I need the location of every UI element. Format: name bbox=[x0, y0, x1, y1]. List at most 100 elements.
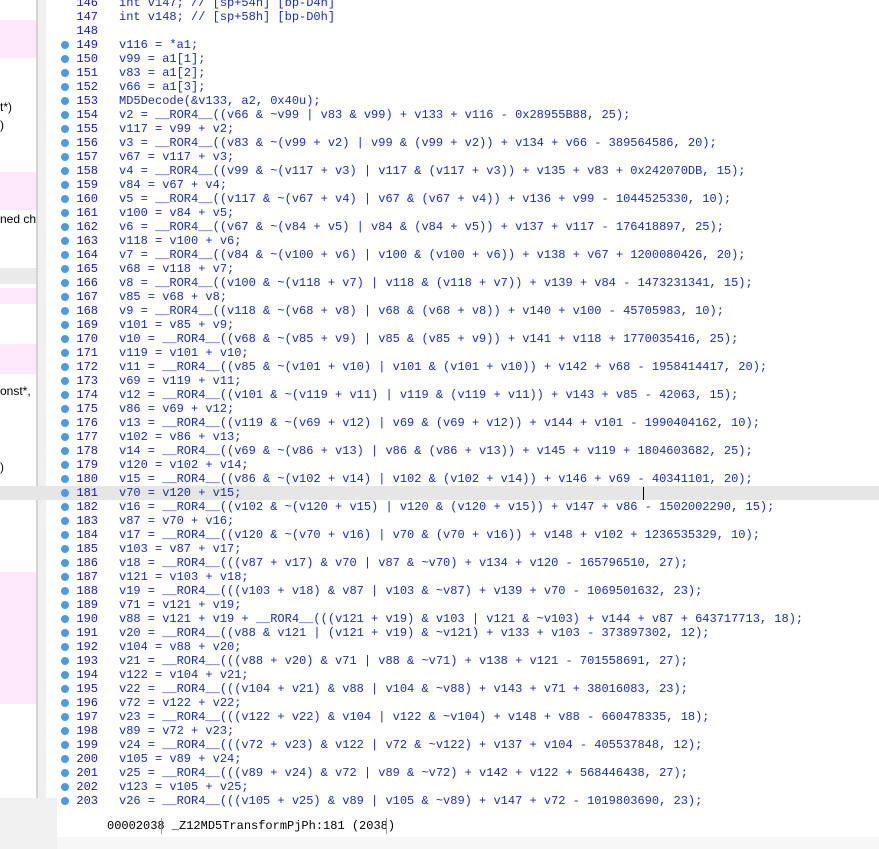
code-line[interactable]: 199 v24 = __ROR4__(((v72 + v23) & v122 | … bbox=[0, 738, 879, 752]
code-line[interactable]: 147 int v148; // [sp+58h] [bp-D0h] bbox=[0, 10, 879, 24]
code-line[interactable]: 173 v69 = v119 + v11; bbox=[0, 374, 879, 388]
code-line[interactable]: 160 v5 = __ROR4__((v117 & ~(v67 + v4) | v… bbox=[0, 192, 879, 206]
code-line[interactable]: 198 v89 = v72 + v23; bbox=[0, 724, 879, 738]
breakpoint-marker-icon[interactable] bbox=[61, 783, 69, 791]
breakpoint-marker-icon[interactable] bbox=[61, 83, 69, 91]
code-line[interactable]: 180 v15 = __ROR4__((v86 & ~(v102 + v14) |… bbox=[0, 472, 879, 486]
breakpoint-marker-icon[interactable] bbox=[61, 447, 69, 455]
breakpoint-marker-icon[interactable] bbox=[61, 699, 69, 707]
code-line[interactable]: 179 v120 = v102 + v14; bbox=[0, 458, 879, 472]
breakpoint-marker-icon[interactable] bbox=[61, 405, 69, 413]
breakpoint-marker-icon[interactable] bbox=[61, 461, 69, 469]
breakpoint-marker-icon[interactable] bbox=[61, 41, 69, 49]
breakpoint-marker-icon[interactable] bbox=[61, 307, 69, 315]
code-line[interactable]: 151 v83 = a1[2]; bbox=[0, 66, 879, 80]
breakpoint-marker-icon[interactable] bbox=[61, 419, 69, 427]
code-line[interactable]: 171 v119 = v101 + v10; bbox=[0, 346, 879, 360]
breakpoint-marker-icon[interactable] bbox=[61, 279, 69, 287]
code-line[interactable]: 154 v2 = __ROR4__((v66 & ~v99 | v83 & v99… bbox=[0, 108, 879, 122]
breakpoint-marker-icon[interactable] bbox=[61, 713, 69, 721]
code-line[interactable]: 157 v67 = v117 + v3; bbox=[0, 150, 879, 164]
code-line[interactable]: 153 MD5Decode(&v133, a2, 0x40u); bbox=[0, 94, 879, 108]
code-line[interactable]: 189 v71 = v121 + v19; bbox=[0, 598, 879, 612]
breakpoint-marker-icon[interactable] bbox=[61, 629, 69, 637]
breakpoint-marker-icon[interactable] bbox=[61, 545, 69, 553]
code-line[interactable]: 161 v100 = v84 + v5; bbox=[0, 206, 879, 220]
breakpoint-marker-icon[interactable] bbox=[61, 559, 69, 567]
breakpoint-marker-icon[interactable] bbox=[61, 391, 69, 399]
code-line[interactable]: 186 v18 = __ROR4__(((v87 + v17) & v70 | v… bbox=[0, 556, 879, 570]
code-line[interactable]: 166 v8 = __ROR4__((v100 & ~(v118 + v7) | … bbox=[0, 276, 879, 290]
breakpoint-marker-icon[interactable] bbox=[61, 671, 69, 679]
code-line[interactable]: 174 v12 = __ROR4__((v101 & ~(v119 + v11) … bbox=[0, 388, 879, 402]
code-line[interactable]: 163 v118 = v100 + v6; bbox=[0, 234, 879, 248]
code-line[interactable]: 200 v105 = v89 + v24; bbox=[0, 752, 879, 766]
breakpoint-marker-icon[interactable] bbox=[61, 685, 69, 693]
code-line[interactable]: 182 v16 = __ROR4__((v102 & ~(v120 + v15) … bbox=[0, 500, 879, 514]
breakpoint-marker-icon[interactable] bbox=[61, 349, 69, 357]
code-line[interactable]: 148 bbox=[0, 24, 879, 38]
code-line[interactable]: 187 v121 = v103 + v18; bbox=[0, 570, 879, 584]
breakpoint-marker-icon[interactable] bbox=[61, 657, 69, 665]
breakpoint-marker-icon[interactable] bbox=[61, 741, 69, 749]
code-line[interactable]: 185 v103 = v87 + v17; bbox=[0, 542, 879, 556]
code-line[interactable]: 149 v116 = *a1; bbox=[0, 38, 879, 52]
breakpoint-marker-icon[interactable] bbox=[61, 797, 69, 805]
code-line[interactable]: 152 v66 = a1[3]; bbox=[0, 80, 879, 94]
code-line[interactable]: 175 v86 = v69 + v12; bbox=[0, 402, 879, 416]
code-line[interactable]: 169 v101 = v85 + v9; bbox=[0, 318, 879, 332]
breakpoint-marker-icon[interactable] bbox=[61, 167, 69, 175]
code-line[interactable]: 168 v9 = __ROR4__((v118 & ~(v68 + v8) | v… bbox=[0, 304, 879, 318]
code-line[interactable]: 192 v104 = v88 + v20; bbox=[0, 640, 879, 654]
code-line[interactable]: 201 v25 = __ROR4__(((v89 + v24) & v72 | v… bbox=[0, 766, 879, 780]
breakpoint-marker-icon[interactable] bbox=[61, 97, 69, 105]
breakpoint-marker-icon[interactable] bbox=[61, 335, 69, 343]
code-line[interactable]: 172 v11 = __ROR4__((v85 & ~(v101 + v10) |… bbox=[0, 360, 879, 374]
breakpoint-marker-icon[interactable] bbox=[61, 377, 69, 385]
breakpoint-marker-icon[interactable] bbox=[61, 69, 69, 77]
code-line[interactable]: 156 v3 = __ROR4__((v83 & ~(v99 + v2) | v9… bbox=[0, 136, 879, 150]
breakpoint-marker-icon[interactable] bbox=[61, 265, 69, 273]
code-line-current[interactable]: 181 v70 = v120 + v15; bbox=[0, 486, 879, 500]
code-line[interactable]: 176 v13 = __ROR4__((v119 & ~(v69 + v12) |… bbox=[0, 416, 879, 430]
breakpoint-marker-icon[interactable] bbox=[61, 139, 69, 147]
code-line[interactable]: 194 v122 = v104 + v21; bbox=[0, 668, 879, 682]
breakpoint-marker-icon[interactable] bbox=[61, 727, 69, 735]
code-line[interactable]: 177 v102 = v86 + v13; bbox=[0, 430, 879, 444]
breakpoint-marker-icon[interactable] bbox=[61, 489, 69, 497]
code-line[interactable]: 164 v7 = __ROR4__((v84 & ~(v100 + v6) | v… bbox=[0, 248, 879, 262]
code-line[interactable]: 196 v72 = v122 + v22; bbox=[0, 696, 879, 710]
breakpoint-marker-icon[interactable] bbox=[61, 615, 69, 623]
code-line[interactable]: 184 v17 = __ROR4__((v120 & ~(v70 + v16) |… bbox=[0, 528, 879, 542]
code-line[interactable]: 162 v6 = __ROR4__((v67 & ~(v84 + v5) | v8… bbox=[0, 220, 879, 234]
breakpoint-marker-icon[interactable] bbox=[61, 643, 69, 651]
breakpoint-marker-icon[interactable] bbox=[61, 251, 69, 259]
breakpoint-marker-icon[interactable] bbox=[61, 587, 69, 595]
breakpoint-marker-icon[interactable] bbox=[61, 223, 69, 231]
code-line[interactable]: 193 v21 = __ROR4__(((v88 + v20) & v71 | v… bbox=[0, 654, 879, 668]
code-line[interactable]: 197 v23 = __ROR4__(((v122 + v22) & v104 |… bbox=[0, 710, 879, 724]
breakpoint-marker-icon[interactable] bbox=[61, 601, 69, 609]
code-line[interactable]: 191 v20 = __ROR4__((v88 & v121 | (v121 + … bbox=[0, 626, 879, 640]
breakpoint-marker-icon[interactable] bbox=[61, 531, 69, 539]
breakpoint-marker-icon[interactable] bbox=[61, 237, 69, 245]
code-line[interactable]: 178 v14 = __ROR4__((v69 & ~(v86 + v13) | … bbox=[0, 444, 879, 458]
code-line[interactable]: 188 v19 = __ROR4__(((v103 + v18) & v87 | … bbox=[0, 584, 879, 598]
code-line[interactable]: 150 v99 = a1[1]; bbox=[0, 52, 879, 66]
breakpoint-marker-icon[interactable] bbox=[61, 503, 69, 511]
breakpoint-marker-icon[interactable] bbox=[61, 195, 69, 203]
breakpoint-marker-icon[interactable] bbox=[61, 125, 69, 133]
breakpoint-marker-icon[interactable] bbox=[61, 153, 69, 161]
breakpoint-marker-icon[interactable] bbox=[61, 181, 69, 189]
breakpoint-marker-icon[interactable] bbox=[61, 755, 69, 763]
code-line[interactable]: 190 v88 = v121 + v19 + __ROR4__(((v121 + … bbox=[0, 612, 879, 626]
breakpoint-marker-icon[interactable] bbox=[61, 769, 69, 777]
code-line[interactable]: 165 v68 = v118 + v7; bbox=[0, 262, 879, 276]
code-line[interactable]: 158 v4 = __ROR4__((v99 & ~(v117 + v3) | v… bbox=[0, 164, 879, 178]
code-line[interactable]: 183 v87 = v70 + v16; bbox=[0, 514, 879, 528]
code-line[interactable]: 195 v22 = __ROR4__(((v104 + v21) & v88 | … bbox=[0, 682, 879, 696]
breakpoint-marker-icon[interactable] bbox=[61, 363, 69, 371]
breakpoint-marker-icon[interactable] bbox=[61, 293, 69, 301]
code-line[interactable]: 159 v84 = v67 + v4; bbox=[0, 178, 879, 192]
breakpoint-marker-icon[interactable] bbox=[61, 475, 69, 483]
